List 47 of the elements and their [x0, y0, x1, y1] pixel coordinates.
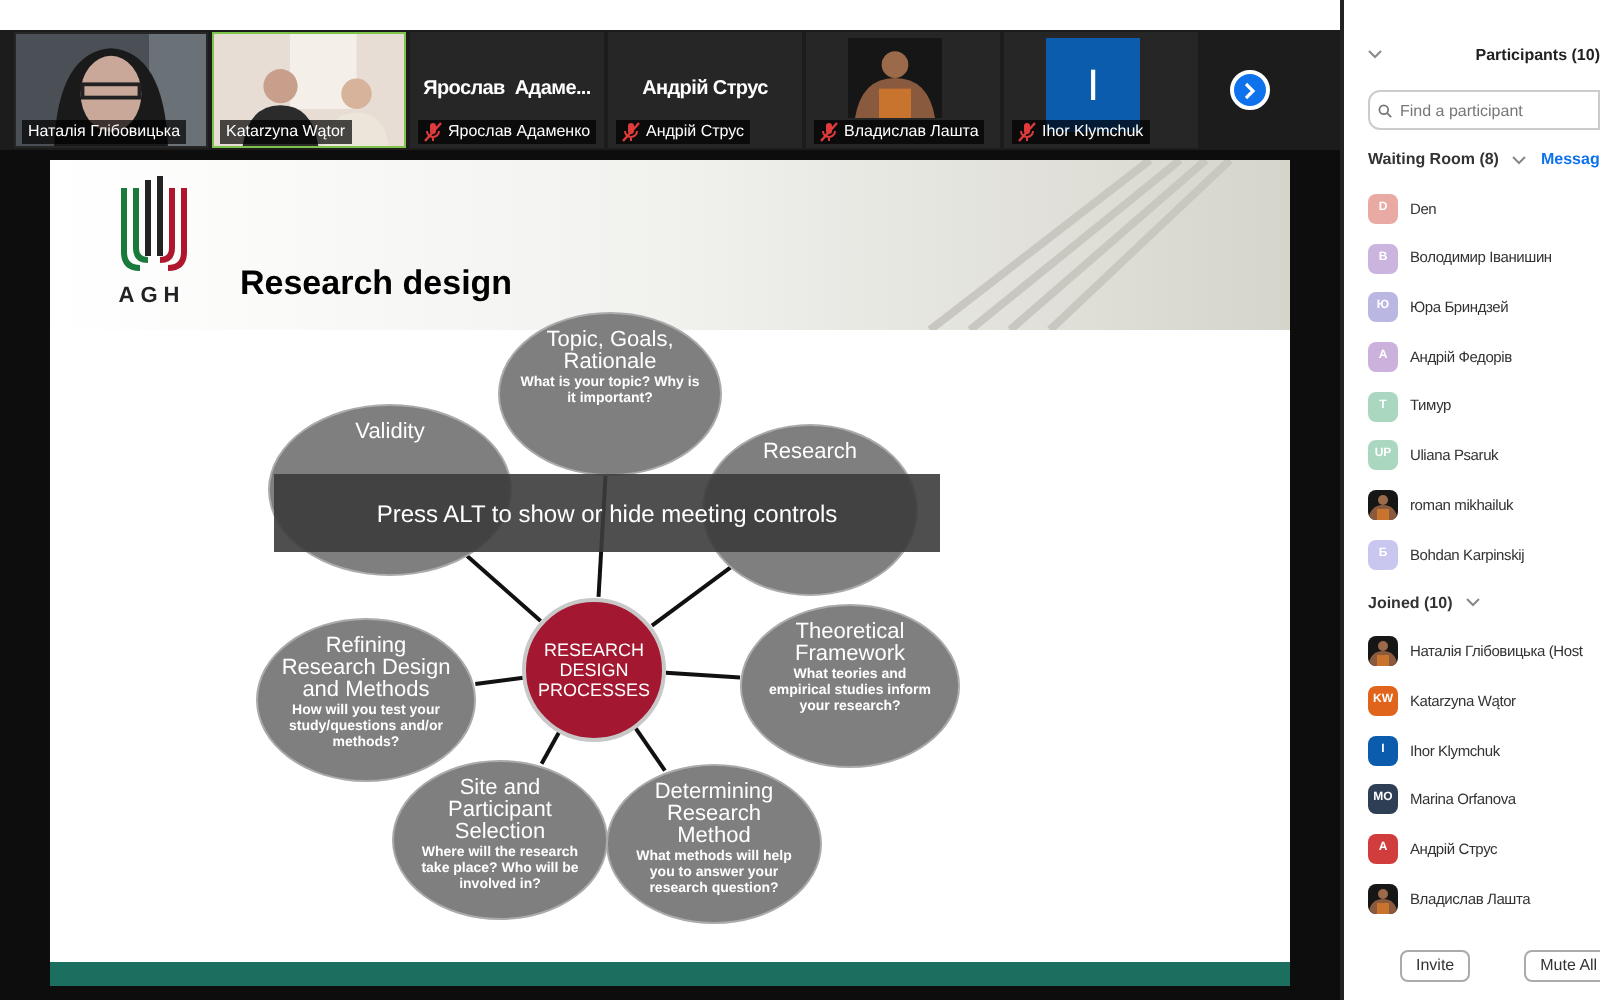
name-label: Katarzyna Wątor	[220, 120, 352, 144]
chevron-icon[interactable]	[1466, 598, 1481, 608]
bubble-title: Determining Research Method	[652, 781, 776, 848]
connector-line	[633, 725, 667, 771]
name-label: Андрій Струс	[616, 120, 751, 144]
panel-button[interactable]: Mute All	[1524, 950, 1600, 982]
video-tile[interactable]: Андрій Струс Андрій Струс	[608, 32, 802, 148]
bubble-title: Site and Participant Selection	[446, 777, 554, 844]
slide-title: Research design	[240, 262, 513, 307]
bubble-title: Validity	[355, 421, 425, 444]
bubble-title: Theoretical Framework	[792, 621, 907, 666]
message-link[interactable]: Messag	[1540, 148, 1600, 172]
bubble-title: Research	[762, 441, 858, 464]
muted-mic-icon	[1018, 122, 1036, 142]
search-icon	[1378, 104, 1392, 118]
name-label: Наталія Глібовицька	[22, 120, 187, 144]
connector-line	[650, 565, 732, 627]
participant-name: Андрій Струс	[640, 76, 770, 104]
search-field[interactable]: Find a participant	[1368, 90, 1600, 130]
name-label: Владислав Лашта	[814, 120, 985, 144]
panel-button[interactable]: Invite	[1400, 950, 1471, 982]
panel-title: Participants (10)	[1475, 43, 1600, 67]
video-tile[interactable]: Ярослав Адаме... Ярослав Адаменко	[410, 32, 604, 148]
name-label: Ihor Klymchuk	[1012, 120, 1150, 144]
section-label: Joined (10)	[1368, 591, 1453, 615]
video-tile[interactable]: Наталія Глібовицька	[14, 32, 208, 148]
bubble-title: Topic, Goals, Rationale	[544, 329, 676, 374]
controls-hint: Press ALT to show or hide meeting controls	[274, 474, 940, 552]
video-tile[interactable]: I Ihor Klymchuk	[1004, 32, 1198, 148]
video-tile[interactable]: Владислав Лашта	[806, 32, 1000, 148]
chevron-right-icon	[1244, 81, 1256, 99]
chevron-icon[interactable]	[1512, 155, 1527, 165]
connector-line	[475, 674, 524, 686]
chevron-icon[interactable]	[1368, 50, 1382, 60]
connector-line	[539, 729, 562, 765]
section-label: Waiting Room (8)	[1368, 148, 1499, 172]
logo-text: AGH	[118, 282, 186, 313]
next-page-button[interactable]	[1230, 70, 1270, 110]
connector-line	[465, 553, 542, 622]
bubble-title: Refining Research Design and Methods	[279, 635, 453, 702]
participant-name: Ярослав Адаме...	[421, 76, 593, 104]
muted-mic-icon	[820, 122, 838, 142]
connector-line	[665, 670, 741, 679]
muted-mic-icon	[622, 122, 640, 142]
name-label: Ярослав Адаменко	[418, 120, 597, 144]
muted-mic-icon	[424, 122, 442, 142]
video-tile[interactable]: Katarzyna Wątor	[212, 32, 406, 148]
